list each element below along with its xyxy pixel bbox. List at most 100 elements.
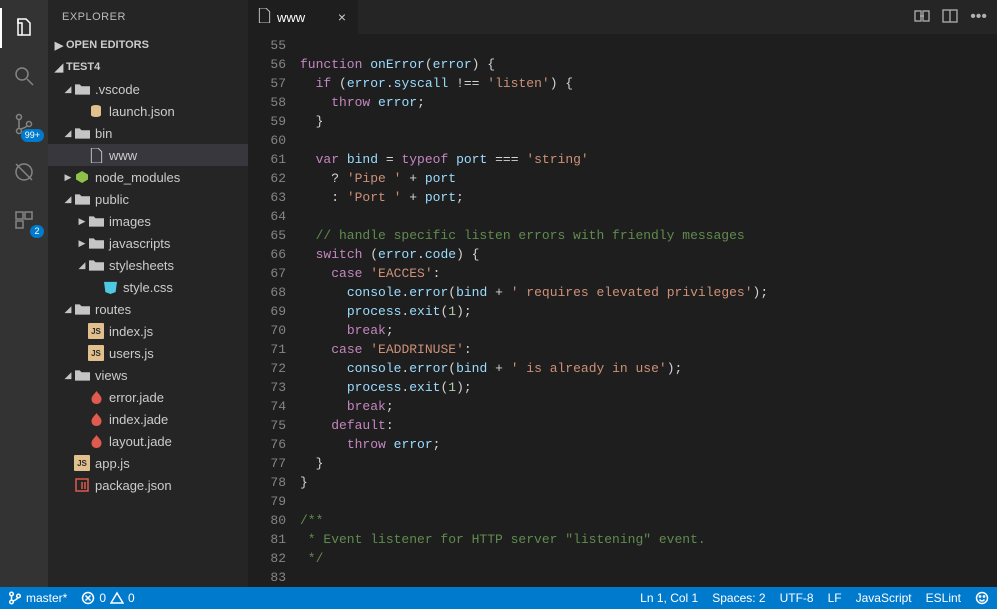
warning-icon xyxy=(110,591,124,605)
chevron-down-icon: ◢ xyxy=(62,304,74,315)
sidebar-title: EXPLORER xyxy=(48,0,248,34)
tab-www[interactable]: www × xyxy=(248,0,358,34)
jade-icon xyxy=(88,411,104,427)
git-branch-icon xyxy=(8,591,22,605)
warnings-count: 0 xyxy=(128,591,135,605)
tree-folder-public[interactable]: ◢ public xyxy=(48,188,248,210)
tree-label: views xyxy=(95,368,128,383)
activity-search[interactable] xyxy=(0,56,48,96)
tree-file-errorjade[interactable]: error.jade xyxy=(48,386,248,408)
error-icon xyxy=(81,591,95,605)
tree-folder-javascripts[interactable]: ▶ javascripts xyxy=(48,232,248,254)
nodejs-icon xyxy=(74,169,90,185)
chevron-down-icon: ◢ xyxy=(62,370,74,381)
file-icon xyxy=(88,147,104,163)
feedback-icon[interactable] xyxy=(975,591,989,605)
tree-file-indexjs[interactable]: JS index.js xyxy=(48,320,248,342)
status-bar: master* 0 0 Ln 1, Col 1 Spaces: 2 UTF-8 … xyxy=(0,587,997,609)
tree-file-indexjade[interactable]: index.jade xyxy=(48,408,248,430)
encoding-indicator[interactable]: UTF-8 xyxy=(780,591,814,605)
folder-icon xyxy=(88,235,104,251)
scm-badge: 99+ xyxy=(21,129,44,142)
chevron-down-icon: ◢ xyxy=(62,84,74,95)
activity-debug[interactable] xyxy=(0,152,48,192)
section-label: OPEN EDITORS xyxy=(66,39,149,51)
tree-label: images xyxy=(109,214,151,229)
cursor-position[interactable]: Ln 1, Col 1 xyxy=(640,591,698,605)
errors-count: 0 xyxy=(99,591,106,605)
tree-label: stylesheets xyxy=(109,258,174,273)
file-tree: ◢ .vscode launch.json ◢ bin www ▶ node_m… xyxy=(48,78,248,587)
tree-label: app.js xyxy=(95,456,130,471)
tree-file-launch[interactable]: launch.json xyxy=(48,100,248,122)
editor-group: www × ••• 55 56 57 58 59 60 61 62 63 64 … xyxy=(248,0,997,587)
tree-file-appjs[interactable]: JS app.js xyxy=(48,452,248,474)
split-editor-icon[interactable] xyxy=(942,8,958,27)
folder-icon xyxy=(74,367,90,383)
sidebar: EXPLORER ▶ OPEN EDITORS ◢ TEST4 ◢ .vscod… xyxy=(48,0,248,587)
folder-icon xyxy=(74,81,90,97)
tree-label: users.js xyxy=(109,346,154,361)
section-open-editors[interactable]: ▶ OPEN EDITORS xyxy=(48,34,248,56)
folder-icon xyxy=(74,191,90,207)
chevron-down-icon: ◢ xyxy=(76,260,88,271)
code-editor[interactable]: 55 56 57 58 59 60 61 62 63 64 65 66 67 6… xyxy=(248,34,997,587)
eol-indicator[interactable]: LF xyxy=(828,591,842,605)
activity-explorer[interactable] xyxy=(0,8,48,48)
tree-label: javascripts xyxy=(109,236,170,251)
tree-label: layout.jade xyxy=(109,434,172,449)
tree-label: www xyxy=(109,148,137,163)
tree-label: index.jade xyxy=(109,412,168,427)
chevron-right-icon: ▶ xyxy=(62,172,74,183)
tree-folder-nodemodules[interactable]: ▶ node_modules xyxy=(48,166,248,188)
tree-folder-stylesheets[interactable]: ◢ stylesheets xyxy=(48,254,248,276)
chevron-right-icon: ▶ xyxy=(76,238,88,249)
language-mode[interactable]: JavaScript xyxy=(856,591,912,605)
file-icon xyxy=(258,8,271,26)
tree-folder-images[interactable]: ▶ images xyxy=(48,210,248,232)
compare-changes-icon[interactable] xyxy=(914,8,930,27)
activity-extensions[interactable]: 2 xyxy=(0,200,48,240)
branch-indicator[interactable]: master* xyxy=(8,591,67,605)
files-icon xyxy=(12,16,36,40)
js-icon: JS xyxy=(88,323,104,339)
css-icon xyxy=(102,279,118,295)
tree-file-stylecss[interactable]: style.css xyxy=(48,276,248,298)
jade-icon xyxy=(88,433,104,449)
code-content[interactable]: function onError(error) { if (error.sysc… xyxy=(300,34,997,587)
tree-label: bin xyxy=(95,126,112,141)
problems-indicator[interactable]: 0 0 xyxy=(81,591,134,605)
tree-folder-views[interactable]: ◢ views xyxy=(48,364,248,386)
folder-icon xyxy=(74,125,90,141)
tree-file-usersjs[interactable]: JS users.js xyxy=(48,342,248,364)
chevron-right-icon: ▶ xyxy=(76,216,88,227)
database-icon xyxy=(88,103,104,119)
tree-label: public xyxy=(95,192,129,207)
js-icon: JS xyxy=(74,455,90,471)
more-icon[interactable]: ••• xyxy=(970,8,987,26)
main-layout: 99+ 2 EXPLORER ▶ OPEN EDITORS ◢ TEST4 ◢ … xyxy=(0,0,997,587)
activity-scm[interactable]: 99+ xyxy=(0,104,48,144)
js-icon: JS xyxy=(88,345,104,361)
editor-actions: ••• xyxy=(904,0,997,34)
extensions-badge: 2 xyxy=(30,225,44,238)
activity-bar: 99+ 2 xyxy=(0,0,48,587)
tree-file-layoutjade[interactable]: layout.jade xyxy=(48,430,248,452)
close-icon[interactable]: × xyxy=(336,9,348,25)
gutter: 55 56 57 58 59 60 61 62 63 64 65 66 67 6… xyxy=(248,34,300,587)
indentation-indicator[interactable]: Spaces: 2 xyxy=(712,591,765,605)
tree-folder-vscode[interactable]: ◢ .vscode xyxy=(48,78,248,100)
tree-folder-bin[interactable]: ◢ bin xyxy=(48,122,248,144)
tree-folder-routes[interactable]: ◢ routes xyxy=(48,298,248,320)
chevron-right-icon: ▶ xyxy=(52,39,66,52)
tree-label: launch.json xyxy=(109,104,175,119)
tree-file-www[interactable]: www xyxy=(48,144,248,166)
jade-icon xyxy=(88,389,104,405)
linter-status[interactable]: ESLint xyxy=(926,591,961,605)
chevron-down-icon: ◢ xyxy=(62,194,74,205)
tree-file-packagejson[interactable]: package.json xyxy=(48,474,248,496)
folder-icon xyxy=(88,213,104,229)
section-root[interactable]: ◢ TEST4 xyxy=(48,56,248,78)
chevron-down-icon: ◢ xyxy=(62,128,74,139)
folder-icon xyxy=(88,257,104,273)
